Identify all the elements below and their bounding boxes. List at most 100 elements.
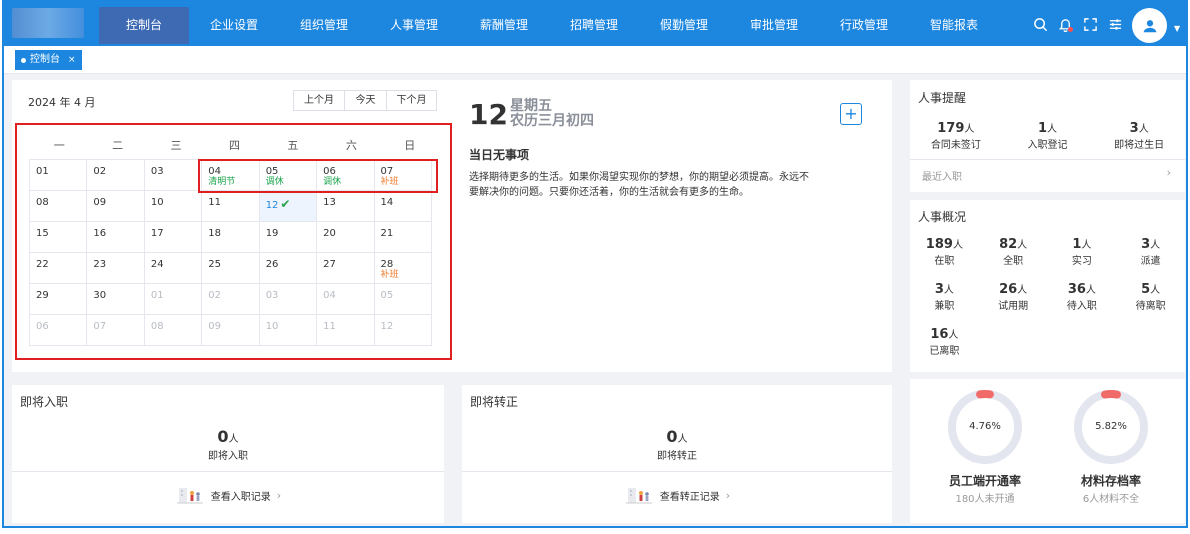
tab-dashboard[interactable]: 控制台 ×	[15, 50, 82, 70]
app-activation-rate-name: 员工端开通率	[948, 474, 1021, 488]
calendar-panel: 2024 年 4 月 上个月 今天 下个月 一二三四五六日 01 02 03 04 清明…	[12, 80, 892, 372]
upcoming-joins-title: 即将入职	[20, 395, 69, 409]
stat-unit: 人	[1138, 124, 1149, 135]
stat-item[interactable]: 3人兼职	[910, 281, 979, 312]
rates-panel: 4.76% 员工端开通率 180人未开通 5.82% 材料存档率 6人材料不全	[910, 379, 1185, 523]
notification-bell-icon[interactable]	[1053, 14, 1078, 34]
stat-item[interactable]: 82人全职	[979, 236, 1048, 267]
stat-unit: 人	[948, 330, 959, 341]
stat-item[interactable]: 3人 派遣	[1116, 236, 1185, 267]
stat-item[interactable]: 16人 已离职	[910, 326, 979, 357]
no-event-text: 当日无事项	[469, 148, 530, 162]
stat-value: 1	[1037, 121, 1048, 136]
active-dot-icon	[21, 57, 26, 63]
selected-weekday: 星期五	[510, 98, 552, 114]
nav-item[interactable]: 智能报表	[909, 7, 999, 44]
material-archive-rate-sub: 6人材料不全	[1082, 494, 1140, 505]
stat-value-line: 1人	[1048, 236, 1117, 252]
stat-unit: 人	[1017, 285, 1028, 296]
tab-label: 控制台	[30, 54, 60, 65]
stat-value-line: 1人	[1002, 120, 1094, 136]
user-avatar[interactable]	[1132, 8, 1167, 43]
nav-item[interactable]: 组织管理	[279, 7, 369, 44]
highlight-box-holidays	[198, 159, 438, 193]
fullscreen-icon[interactable]	[1078, 14, 1103, 34]
add-event-button[interactable]: +	[840, 103, 862, 125]
stat-value: 5	[1141, 282, 1151, 297]
nav-item[interactable]: 薪酬管理	[459, 7, 549, 44]
upcoming-regularization-count: 0人	[462, 427, 892, 446]
nav-item[interactable]: 行政管理	[819, 7, 909, 44]
stat-value-line: 82人	[979, 236, 1048, 252]
stat-value-line: 189人	[910, 236, 979, 252]
app-frame: 控制台 企业设置 组织管理 人事管理 薪酬管理 招聘管理 假勤管理 审批管理 行政管理 智能报表 …	[2, 0, 1188, 528]
stat-item[interactable]: 189人在职	[910, 236, 979, 267]
nav-item[interactable]: 企业设置	[189, 7, 279, 44]
count-value: 0	[217, 427, 229, 446]
stat-value-line: 5人	[1116, 281, 1185, 297]
stat-label: 试用期	[998, 301, 1029, 312]
app-activation-rate-value: 4.76%	[969, 421, 1001, 432]
overview-grid: 189人 在职 82人 全职 1人 实习 3人 派遣 3人 兼职 26人 试用期 36人 待入职 5人 待离职…	[910, 236, 1185, 357]
stat-value: 179	[937, 121, 965, 136]
chevron-right-icon: ›	[276, 488, 282, 502]
selected-day-info: 星期五 农历三月初四	[510, 99, 594, 129]
stat-item[interactable]: 1人 入职登记	[1002, 120, 1094, 151]
nav-item[interactable]: 人事管理	[369, 7, 459, 44]
app-activation-rate-ring: 4.76%	[945, 387, 1025, 467]
stat-label: 在职	[934, 256, 955, 267]
nav-item[interactable]: 审批管理	[729, 7, 819, 44]
stat-item[interactable]: 36人 待入职	[1048, 281, 1117, 312]
unread-dot	[1068, 27, 1073, 32]
chevron-right-icon[interactable]: ›	[1167, 166, 1171, 179]
stat-unit: 人	[1150, 240, 1161, 251]
stat-label: 待离职	[1135, 301, 1166, 312]
next-month-button[interactable]: 下个月	[386, 91, 436, 110]
stat-value-line: 179人	[910, 120, 1002, 136]
upcoming-regularization-panel: 即将转正 0人 即将转正 查看转正记录 ›	[462, 385, 892, 523]
divider	[462, 471, 892, 472]
stat-value: 82	[999, 237, 1018, 252]
stat-unit: 人	[1150, 285, 1161, 296]
today-button[interactable]: 今天	[344, 91, 386, 110]
hr-overview-panel: 人事概况 189人 在职 82人 全职 1人 实习 3人 派遣 3人 兼职 26人 试用期 36人 待入职…	[910, 200, 1185, 372]
toolbar-icons	[1028, 14, 1128, 34]
search-icon[interactable]	[1028, 14, 1053, 34]
chevron-right-icon: ›	[725, 488, 731, 502]
stat-value: 26	[999, 282, 1018, 297]
nav-item[interactable]: 控制台	[99, 7, 189, 44]
recent-joins-link[interactable]: 最近入职	[922, 168, 962, 183]
upcoming-regularization-title: 即将转正	[470, 395, 519, 409]
app-activation-rate-sub: 180人未开通	[955, 494, 1015, 505]
stat-value: 3	[1141, 237, 1151, 252]
stat-item[interactable]: 5人待离职	[1116, 281, 1185, 312]
material-archive-rate-value: 5.82%	[1095, 421, 1127, 432]
stat-item[interactable]: 179人合同未签订	[910, 120, 1002, 151]
stat-unit: 人	[964, 124, 975, 135]
stat-label: 兼职	[934, 301, 955, 312]
stat-label: 全职	[1003, 256, 1024, 267]
stat-item[interactable]: 26人试用期	[979, 281, 1048, 312]
close-icon[interactable]: ×	[68, 50, 76, 70]
nav-item[interactable]: 假勤管理	[639, 7, 729, 44]
main-nav: 控制台 企业设置 组织管理 人事管理 薪酬管理 招聘管理 假勤管理 审批管理 行政管理 智能报表	[99, 7, 999, 46]
hr-overview-title: 人事概况	[918, 210, 967, 224]
count-unit: 人	[677, 434, 688, 445]
stat-value-line: 3人	[1093, 120, 1185, 136]
view-regularization-records-link[interactable]: 查看转正记录 ›	[462, 485, 892, 505]
prev-month-button[interactable]: 上个月	[294, 91, 344, 110]
avatar-dropdown-icon[interactable]: ▼	[1174, 24, 1180, 33]
selected-day-number: 12	[469, 98, 508, 131]
settings-sliders-icon[interactable]	[1103, 14, 1128, 34]
stat-item[interactable]: 1人 实习	[1048, 236, 1117, 267]
stat-value-line: 36人	[1048, 281, 1117, 297]
nav-item[interactable]: 招聘管理	[549, 7, 639, 44]
stat-item[interactable]: 3人 即将过生日	[1093, 120, 1185, 151]
material-archive-rate-ring: 5.82%	[1071, 387, 1151, 467]
stat-value-line: 3人	[910, 281, 979, 297]
stat-label: 合同未签订	[930, 140, 981, 151]
company-logo	[12, 8, 84, 38]
upcoming-joins-count: 0人	[12, 427, 444, 446]
view-join-records-link[interactable]: 查看入职记录 ›	[12, 485, 444, 505]
view-join-records-label: 查看入职记录	[210, 491, 271, 503]
